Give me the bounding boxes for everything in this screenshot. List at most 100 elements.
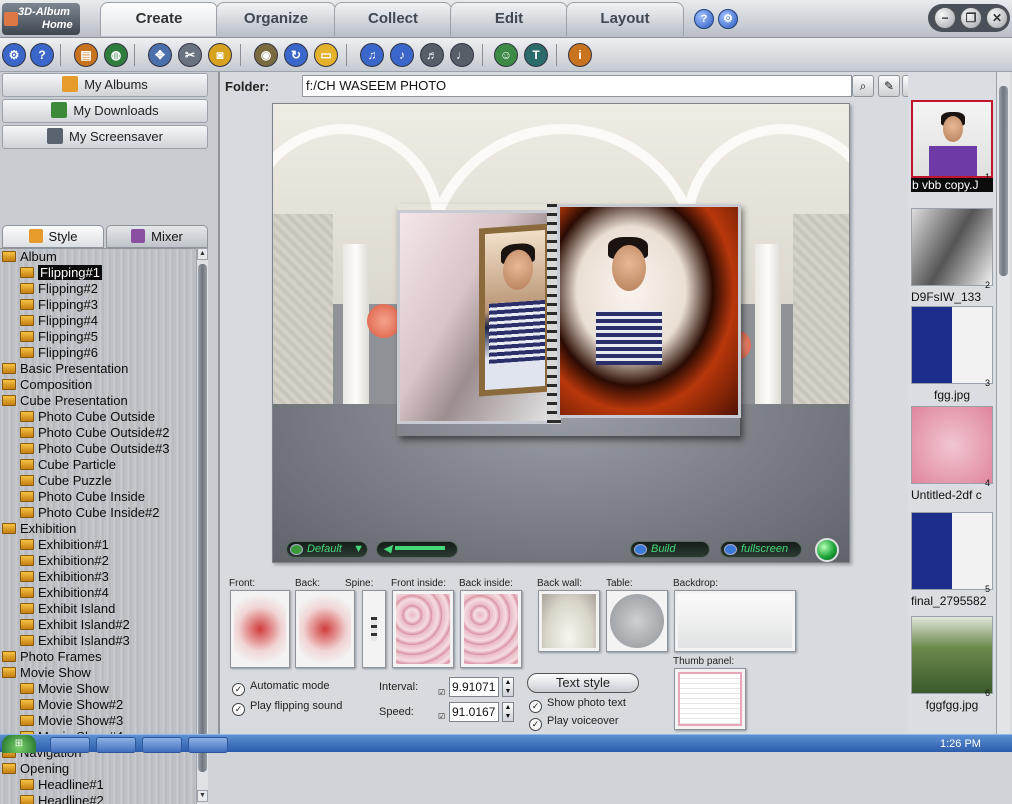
disk-icon[interactable]: ◉ xyxy=(254,43,278,67)
tree-item[interactable]: Cube Puzzle xyxy=(20,473,112,489)
style-dropdown[interactable]: Default ▼ xyxy=(286,541,368,558)
folder-icon[interactable]: ▭ xyxy=(314,43,338,67)
tree-item[interactable]: Exhibit Island xyxy=(20,601,115,617)
checkbox-icon[interactable]: ✓ xyxy=(529,718,542,731)
tree-item[interactable]: Exhibition#1 xyxy=(20,537,109,553)
restore-button[interactable]: ❐ xyxy=(960,7,982,29)
tree-item[interactable]: Exhibit Island#2 xyxy=(20,617,130,633)
move-icon[interactable]: ✥ xyxy=(148,43,172,67)
scroll-thumb[interactable] xyxy=(198,264,207,772)
tree-item[interactable]: Basic Presentation xyxy=(2,361,128,377)
tree-item[interactable]: Flipping#4 xyxy=(20,313,98,329)
flipping-sound-option[interactable]: ✓ Play flipping sound xyxy=(232,700,342,716)
camera-icon[interactable]: ◙ xyxy=(208,43,232,67)
scroll-thumb[interactable] xyxy=(999,86,1008,276)
tab-organize[interactable]: Organize xyxy=(216,2,336,36)
tab-layout[interactable]: Layout xyxy=(566,2,684,36)
flip-book[interactable] xyxy=(397,204,741,436)
taskbar-app-button[interactable] xyxy=(142,737,182,753)
edit-button[interactable]: ✎ xyxy=(878,75,900,97)
tree-item[interactable]: Movie Show xyxy=(20,681,109,697)
tree-item[interactable]: Composition xyxy=(2,377,92,393)
tree-item[interactable]: Photo Cube Outside#3 xyxy=(20,441,170,457)
interval-check-icon[interactable]: ☑ xyxy=(438,688,445,697)
thumbnail-item[interactable]: 4 Untitled-2df c xyxy=(911,406,993,508)
thumbnail-item[interactable]: 3 fgg.jpg xyxy=(911,306,993,408)
fullscreen-button[interactable]: fullscreen xyxy=(720,541,802,558)
speed-check-icon[interactable]: ☑ xyxy=(438,712,445,721)
user-icon[interactable]: ☺ xyxy=(494,43,518,67)
music-icon[interactable]: ♫ xyxy=(360,43,384,67)
checkbox-icon[interactable]: ✓ xyxy=(529,700,542,713)
checkbox-icon[interactable]: ✓ xyxy=(232,683,245,696)
front-texture-slot[interactable] xyxy=(230,590,290,668)
help-icon[interactable]: ? xyxy=(30,43,54,67)
thumbnail-item[interactable]: 6 fggfgg.jpg xyxy=(911,616,993,718)
thumbnail-scrollbar[interactable] xyxy=(996,72,1010,734)
tree-item[interactable]: Exhibition#3 xyxy=(20,569,109,585)
tree-item[interactable]: Exhibition xyxy=(2,521,76,537)
automatic-mode-option[interactable]: ✓ Automatic mode xyxy=(232,680,329,696)
style-tree[interactable]: Album Flipping#1 Flipping#2 Flipping#3 Flipp… xyxy=(0,248,196,804)
tree-item[interactable]: Photo Frames xyxy=(2,649,102,665)
play-button[interactable] xyxy=(815,538,839,562)
taskbar-app-button[interactable] xyxy=(50,737,90,753)
tab-edit[interactable]: Edit xyxy=(450,2,568,36)
tree-item[interactable]: Movie Show#3 xyxy=(20,713,123,729)
music-disk-icon[interactable]: ♬ xyxy=(420,43,444,67)
info-icon[interactable]: i xyxy=(568,43,592,67)
options-button[interactable]: ⚙ xyxy=(718,9,738,29)
music-delete-icon[interactable]: ♩ xyxy=(450,43,474,67)
tab-collect[interactable]: Collect xyxy=(334,2,452,36)
tree-item[interactable]: Photo Cube Outside xyxy=(20,409,155,425)
interval-stepper[interactable]: ▲ ▼ xyxy=(502,677,514,697)
tree-scrollbar[interactable]: ▲ ▼ xyxy=(196,248,208,804)
speed-stepper[interactable]: ▲ ▼ xyxy=(502,702,514,722)
text-icon[interactable]: T xyxy=(524,43,548,67)
tools-icon[interactable]: ✂ xyxy=(178,43,202,67)
show-photo-text-option[interactable]: ✓ Show photo text xyxy=(529,697,626,713)
refresh-icon[interactable]: ↻ xyxy=(284,43,308,67)
scroll-down-arrow[interactable]: ▼ xyxy=(197,790,208,802)
tree-item[interactable]: Flipping#5 xyxy=(20,329,98,345)
close-button[interactable]: ✕ xyxy=(986,7,1008,29)
browse-search-button[interactable]: ⌕ xyxy=(852,75,874,97)
tree-item[interactable]: Album xyxy=(2,249,57,265)
tree-item[interactable]: Headline#2 xyxy=(20,793,104,804)
gear-icon[interactable]: ⚙ xyxy=(2,43,26,67)
my-albums-button[interactable]: My Albums xyxy=(2,73,208,97)
text-style-button[interactable]: Text style xyxy=(527,673,639,693)
album-preview[interactable] xyxy=(272,103,850,563)
minimize-button[interactable]: − xyxy=(934,7,956,29)
tree-item[interactable]: Cube Particle xyxy=(20,457,116,473)
globe-icon[interactable]: ◍ xyxy=(104,43,128,67)
build-button[interactable]: Build xyxy=(630,541,710,558)
tree-item[interactable]: Exhibition#4 xyxy=(20,585,109,601)
folder-path-field[interactable]: f:/CH WASEEM PHOTO xyxy=(302,75,852,97)
front-inside-texture-slot[interactable] xyxy=(392,590,454,668)
tab-style[interactable]: Style xyxy=(2,225,104,248)
scroll-up-arrow[interactable]: ▲ xyxy=(197,248,208,260)
thumbnail-item[interactable]: 1 b vbb copy.J xyxy=(911,100,993,202)
table-texture-slot[interactable] xyxy=(606,590,668,652)
my-screensaver-button[interactable]: My Screensaver xyxy=(2,125,208,149)
tree-item[interactable]: Headline#1 xyxy=(20,777,104,793)
tab-mixer[interactable]: Mixer xyxy=(106,225,208,248)
tree-item[interactable]: Opening xyxy=(2,761,69,777)
tree-item[interactable]: Exhibit Island#3 xyxy=(20,633,130,649)
help-button[interactable]: ? xyxy=(694,9,714,29)
tree-item[interactable]: Flipping#1 xyxy=(20,265,102,281)
tree-item[interactable]: Flipping#3 xyxy=(20,297,98,313)
checkbox-icon[interactable]: ✓ xyxy=(232,703,245,716)
tree-item[interactable]: Photo Cube Outside#2 xyxy=(20,425,170,441)
tab-create[interactable]: Create xyxy=(100,2,218,36)
back-wall-texture-slot[interactable] xyxy=(538,590,600,652)
tree-item[interactable]: Photo Cube Inside#2 xyxy=(20,505,159,521)
tree-item[interactable]: Flipping#6 xyxy=(20,345,98,361)
thumbnail-item[interactable]: 5 final_2795582 xyxy=(911,512,993,614)
backdrop-texture-slot[interactable] xyxy=(674,590,796,652)
interval-field[interactable]: 9.91071 xyxy=(449,677,499,697)
album-box-icon[interactable]: ▤ xyxy=(74,43,98,67)
my-downloads-button[interactable]: My Downloads xyxy=(2,99,208,123)
start-button[interactable]: ⊞ xyxy=(2,735,36,753)
